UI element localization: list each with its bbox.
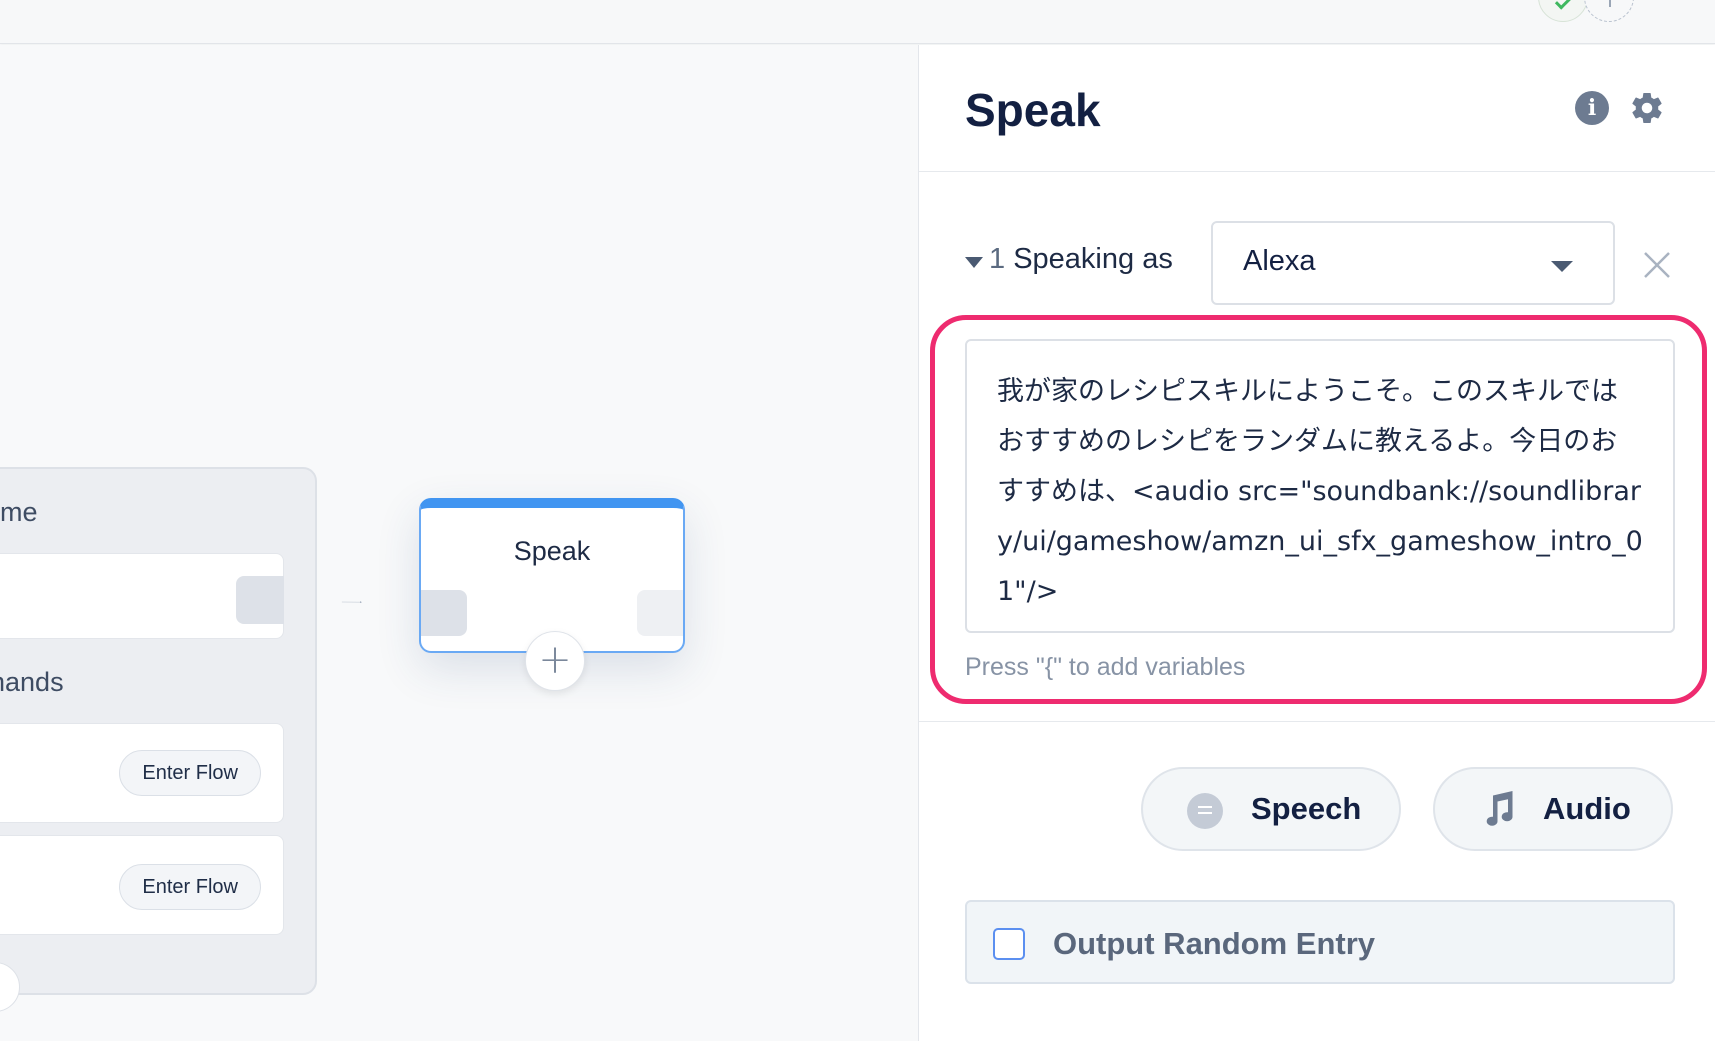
section-divider [919,721,1715,722]
speak-input-port[interactable] [421,590,467,636]
commands-section-title: nands [0,667,64,697]
connection-line [341,601,362,603]
gear-icon[interactable] [1629,90,1665,126]
enter-flow-button[interactable]: Enter Flow [119,864,261,910]
speech-button-label: Speech [1251,791,1362,826]
block-section-title: me [0,497,38,527]
check-icon [1554,0,1572,10]
speaking-as-label[interactable]: 1 Speaking as [989,243,1173,276]
speak-output-port[interactable] [637,590,683,636]
panel-title: Speak [965,84,1101,136]
random-entry-label: Output Random Entry [1053,926,1376,961]
speaking-as-text: Speaking as [1013,243,1173,275]
collapse-block-button[interactable] [0,962,20,1012]
speak-node-title: Speak [513,536,591,566]
panel-header: Speak i [919,45,1715,172]
entry-index: 1 [989,243,1006,275]
enter-flow-button[interactable]: Enter Flow [119,750,261,796]
info-icon[interactable]: i [1575,91,1609,125]
music-note-icon [1486,791,1513,826]
start-step-card[interactable] [0,553,284,639]
plus-icon: + [538,637,572,683]
voice-select[interactable]: Alexa [1211,221,1615,305]
flow-canvas[interactable]: me nands Enter Flow Enter Flow Speak + [0,45,918,1041]
close-icon[interactable] [1641,249,1673,281]
audio-button-label: Audio [1543,791,1631,826]
speech-bubble-icon [1187,793,1223,829]
variables-hint: Press "{" to add variables [965,653,1246,681]
command-card[interactable]: Enter Flow [0,723,284,823]
add-collaborator-button[interactable] [1584,0,1634,22]
speech-text-input[interactable]: 我が家のレシピスキルにようこそ。このスキルではおすすめのレシピをランダムに教える… [965,339,1675,633]
collaborator-avatar[interactable] [1538,0,1588,22]
add-audio-button[interactable]: Audio [1433,767,1673,851]
add-step-button[interactable]: + [525,631,585,691]
collapse-caret-icon[interactable] [965,257,983,268]
voice-select-value: Alexa [1243,245,1316,277]
output-random-entry-option[interactable]: Output Random Entry [965,900,1675,984]
home-block[interactable]: me nands Enter Flow Enter Flow [0,467,317,1012]
command-card[interactable]: Enter Flow [0,835,284,935]
chevron-down-icon [1551,261,1573,272]
speaking-as-row: 1 Speaking as Alexa [965,221,1685,305]
top-bar [0,0,1715,44]
speak-step-node[interactable]: Speak + [419,498,685,691]
start-output-port[interactable] [236,576,284,624]
add-speech-button[interactable]: Speech [1141,767,1401,851]
random-entry-checkbox[interactable] [993,928,1025,960]
step-editor-panel: Speak i 1 Speaking as Alexa 我が家のレシピスキルによ… [918,45,1715,1041]
